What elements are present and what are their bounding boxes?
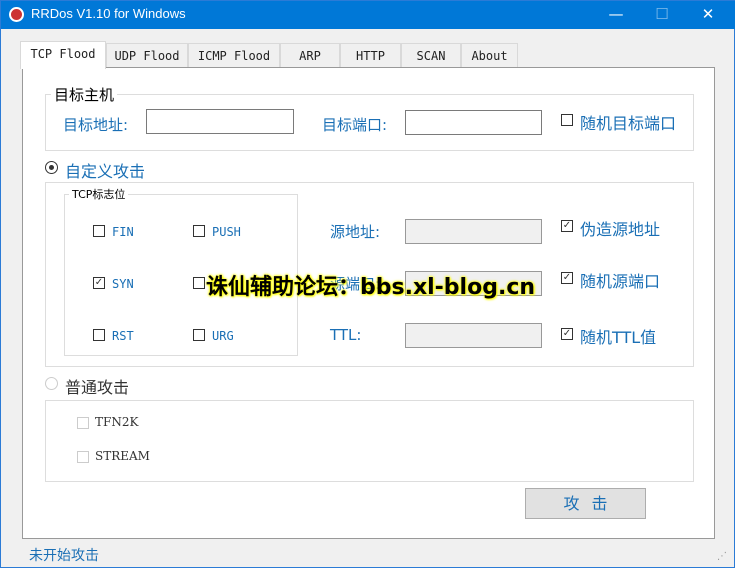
syn-checkbox[interactable]: ✓ xyxy=(93,277,105,289)
random-ttl-label: 随机TTL值 xyxy=(580,328,657,347)
stream-checkbox[interactable] xyxy=(77,451,89,463)
target-addr-label: 目标地址: xyxy=(63,116,129,134)
rst-label: RST xyxy=(112,329,134,343)
random-target-port-checkbox[interactable] xyxy=(561,114,573,126)
normal-attack-radio[interactable] xyxy=(45,377,58,390)
urg-checkbox[interactable] xyxy=(193,329,205,341)
title-bar: RRDos V1.10 for Windows — ☐ ✕ xyxy=(1,1,735,29)
tab-arp[interactable]: ARP xyxy=(280,43,340,67)
maximize-button[interactable]: ☐ xyxy=(647,5,677,23)
custom-attack-label: 自定义攻击 xyxy=(65,162,146,181)
tfn2k-checkbox[interactable] xyxy=(77,417,89,429)
tab-scan[interactable]: SCAN xyxy=(401,43,461,67)
random-ttl-checkbox[interactable]: ✓ xyxy=(561,328,573,340)
tab-http[interactable]: HTTP xyxy=(340,43,401,67)
close-button[interactable]: ✕ xyxy=(693,5,723,23)
tcp-flags-title: TCP标志位 xyxy=(69,186,129,202)
stream-label: STREAM xyxy=(95,449,150,463)
window-title: RRDos V1.10 for Windows xyxy=(31,6,186,21)
attack-button[interactable]: 攻击 xyxy=(525,488,646,519)
spoof-src-checkbox[interactable]: ✓ xyxy=(561,220,573,232)
ttl-label: TTL: xyxy=(330,326,362,344)
tab-icmp-flood[interactable]: ICMP Flood xyxy=(188,43,280,67)
tab-about[interactable]: About xyxy=(461,43,518,67)
fin-label: FIN xyxy=(112,225,134,239)
syn-label: SYN xyxy=(112,277,134,291)
resize-grip-icon[interactable]: ⋰ xyxy=(717,551,727,562)
src-addr-input[interactable] xyxy=(405,219,542,244)
target-port-label: 目标端口: xyxy=(322,116,388,134)
push-label: PUSH xyxy=(212,225,241,239)
rst-checkbox[interactable] xyxy=(93,329,105,341)
fin-checkbox[interactable] xyxy=(93,225,105,237)
target-host-title: 目标主机 xyxy=(51,84,118,105)
tab-tcp-flood[interactable]: TCP Flood xyxy=(20,41,106,69)
ttl-input[interactable] xyxy=(405,323,542,348)
watermark: 诛仙辅助论坛：bbs.xl-blog.cn xyxy=(206,275,536,300)
urg-label: URG xyxy=(212,329,234,343)
tfn2k-label: TFN2K xyxy=(95,415,139,429)
src-addr-label: 源地址: xyxy=(330,223,381,241)
random-target-port-label: 随机目标端口 xyxy=(580,114,677,133)
target-addr-input[interactable] xyxy=(146,109,294,134)
minimize-button[interactable]: — xyxy=(601,5,631,23)
tab-udp-flood[interactable]: UDP Flood xyxy=(106,43,188,67)
app-icon xyxy=(9,7,24,22)
target-port-input[interactable] xyxy=(405,110,542,135)
status-text: 未开始攻击 xyxy=(29,548,99,564)
hidden-flag-checkbox[interactable] xyxy=(193,277,205,289)
normal-attack-label: 普通攻击 xyxy=(65,378,130,397)
custom-attack-radio[interactable] xyxy=(45,161,58,174)
normal-attack-group xyxy=(45,400,694,482)
random-src-port-checkbox[interactable]: ✓ xyxy=(561,272,573,284)
spoof-src-label: 伪造源地址 xyxy=(580,220,661,239)
random-src-port-label: 随机源端口 xyxy=(580,272,661,291)
push-checkbox[interactable] xyxy=(193,225,205,237)
